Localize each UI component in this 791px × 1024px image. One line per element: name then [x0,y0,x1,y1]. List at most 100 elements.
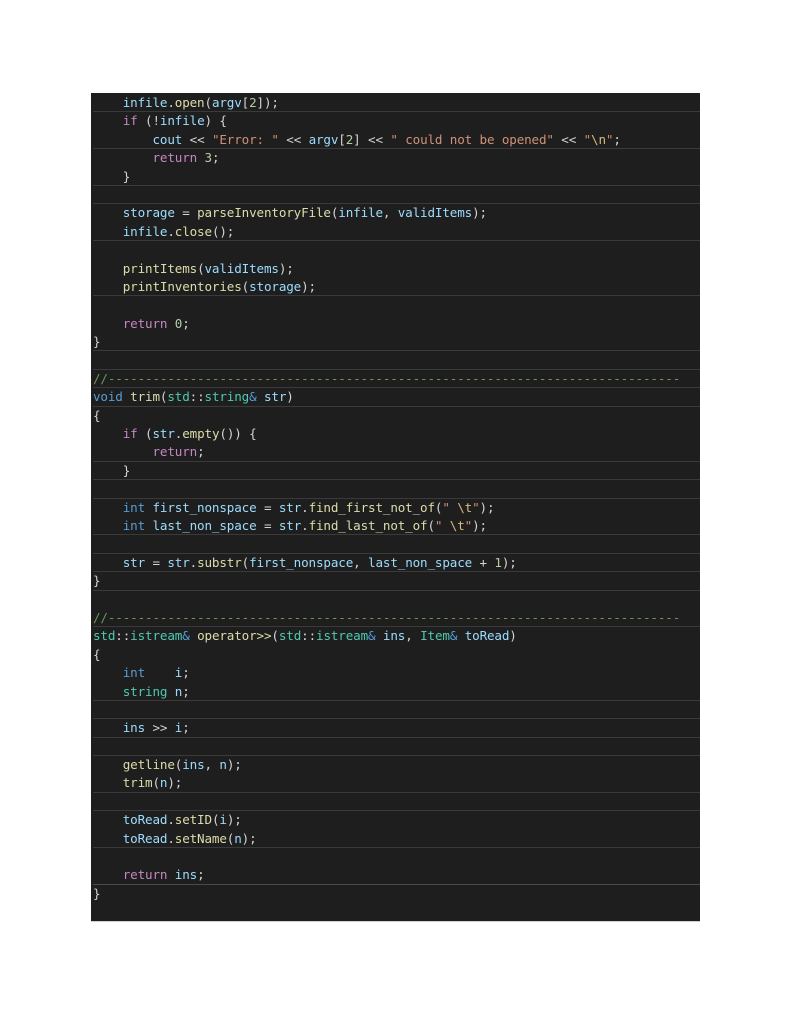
code-line[interactable]: } [93,572,700,591]
code-line[interactable]: if (!infile) { [93,112,700,130]
code-line[interactable]: trim(n); [93,774,700,793]
code-line[interactable]: return 3; [93,149,700,167]
code-token: :: [115,628,131,644]
code-line[interactable] [93,480,700,499]
code-line[interactable]: //--------------------------------------… [93,609,700,628]
code-token: return [122,867,168,883]
code-token: " [464,517,473,533]
code-token: " [472,499,480,515]
code-line[interactable]: std::istream& operator>>(std::istream& i… [93,627,700,645]
code-token: , [204,757,220,773]
code-line[interactable] [93,701,700,720]
code-line[interactable]: } [93,885,700,903]
code-line[interactable]: toRead.setName(n); [93,830,700,849]
code-token: infile [338,205,383,221]
code-token: , [405,628,421,644]
code-token: } [93,885,101,901]
code-line[interactable]: printItems(validItems); [93,260,700,278]
code-line[interactable] [93,848,700,866]
code-line[interactable]: int first_nonspace = str.find_first_not_… [93,499,700,517]
code-line[interactable] [93,241,700,259]
code-line[interactable]: //--------------------------------------… [93,370,700,389]
code-token: ); [167,775,183,791]
code-token: ( [241,278,250,294]
code-token: . [167,830,175,846]
code-token: substr [197,554,242,570]
code-token: operator>> [197,628,272,644]
code-token: " [583,131,592,147]
code-line[interactable] [93,591,700,609]
code-line[interactable] [93,738,700,757]
code-token: first_nonspace [249,554,354,570]
code-token: printItems [122,260,198,276]
code-token: string [204,389,250,405]
code-token: str [278,517,302,533]
code-line[interactable]: string n; [93,683,700,701]
code-line[interactable]: printInventories(storage); [93,278,700,297]
code-token: 1 [494,554,502,570]
code-line[interactable]: cout << "Error: " << argv[2] << " could … [93,131,700,150]
code-token: ; [182,683,190,699]
code-token: ); [226,757,242,773]
code-token: toRead [122,812,168,828]
code-token: ( [241,554,250,570]
code-token: first_nonspace [152,499,257,515]
code-editor-panel[interactable]: infile.open(argv[2]); if (!infile) { cou… [91,93,700,922]
code-line[interactable]: return; [93,443,700,462]
code-token: ; [197,444,205,460]
code-token: return [122,315,168,331]
code-line[interactable]: return ins; [93,866,700,885]
code-line[interactable]: } [93,333,700,352]
code-line[interactable]: } [93,462,700,481]
code-token: ins [182,757,205,773]
code-line[interactable]: infile.close(); [93,223,700,242]
code-line[interactable]: { [93,407,700,425]
code-line[interactable]: int last_non_space = str.find_last_not_o… [93,517,700,536]
code-token: [ [338,131,346,147]
code-token: argv [211,95,242,110]
code-token: = [256,517,279,533]
code-token: return [152,150,198,166]
code-token: std [278,628,302,644]
code-line[interactable]: getline(ins, n); [93,756,700,774]
code-line[interactable]: void trim(std::string& str) [93,388,700,407]
code-line[interactable] [93,186,700,205]
code-token: & [249,389,257,405]
code-token: ; [182,665,190,681]
code-token: str [167,554,190,570]
code-line[interactable]: ins >> i; [93,719,700,738]
code-line[interactable]: int i; [93,664,700,682]
code-line[interactable]: if (str.empty()) { [93,425,700,443]
code-token: ); [472,517,487,533]
code-token: ); [301,278,316,294]
code-line[interactable] [93,793,700,812]
code-line[interactable]: } [93,168,700,186]
code-token: ins [122,720,146,736]
code-token: ); [501,554,517,570]
code-line[interactable] [93,296,700,314]
code-token: ; [613,131,621,147]
code-line[interactable]: { [93,646,700,664]
code-line[interactable]: infile.open(argv[2]); [93,94,700,113]
code-token: ins [382,628,406,644]
code-line[interactable] [93,535,700,554]
code-token: int [122,517,146,533]
code-token: istream [316,628,369,644]
code-line[interactable]: toRead.setID(i); [93,811,700,829]
code-line[interactable]: str = str.substr(first_nonspace, last_no… [93,554,700,573]
code-line[interactable]: storage = parseInventoryFile(infile, val… [93,204,700,222]
code-line[interactable] [93,351,700,370]
code-line[interactable]: return 0; [93,315,700,333]
